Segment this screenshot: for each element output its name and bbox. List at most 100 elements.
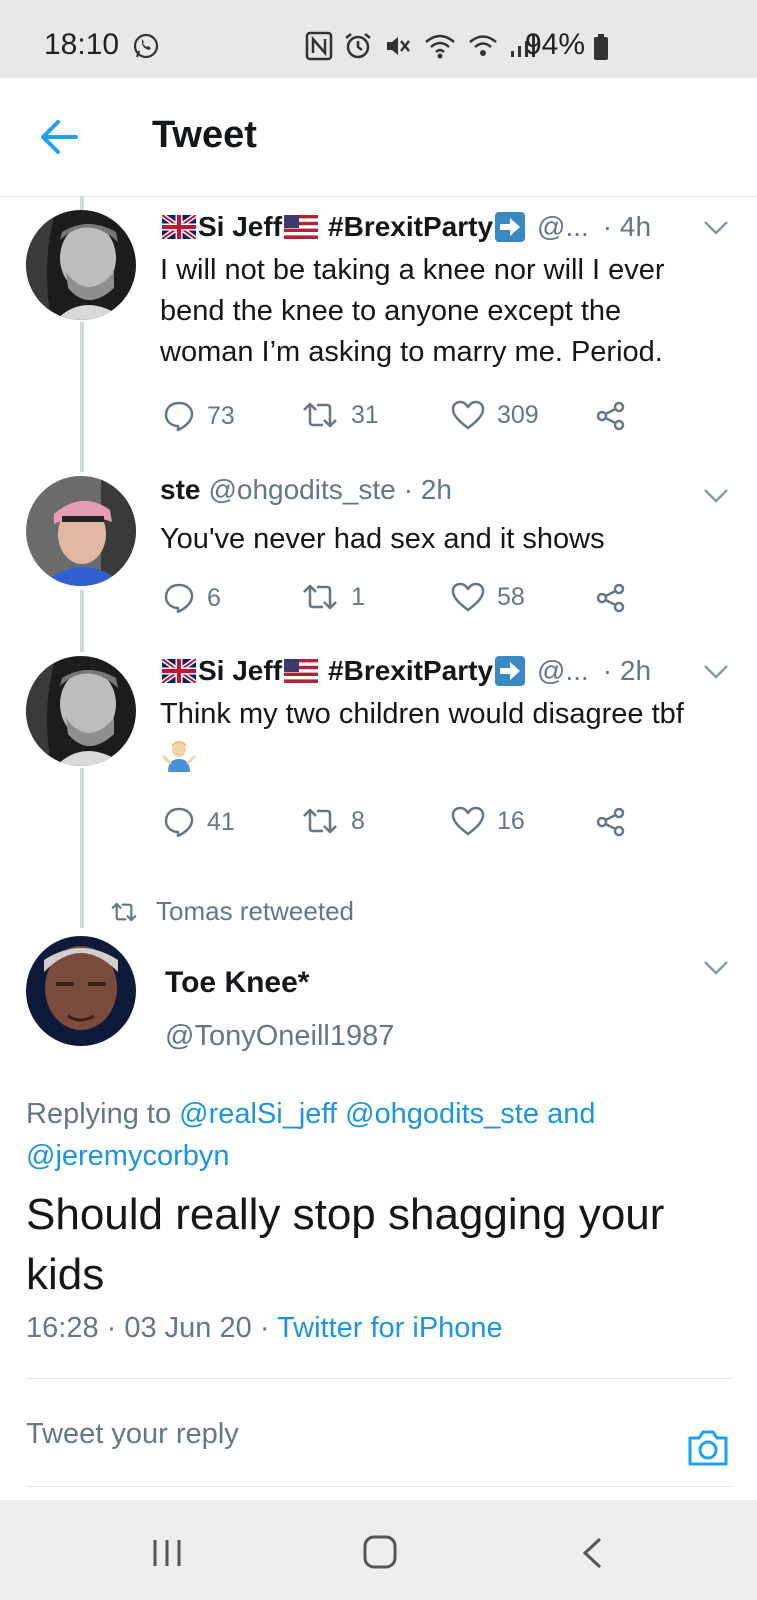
share-button[interactable]: [595, 400, 627, 432]
reply-button[interactable]: 41: [163, 806, 235, 838]
retweet-button[interactable]: 31: [301, 400, 379, 430]
heart-icon: [451, 582, 485, 612]
like-button[interactable]: 309: [451, 400, 539, 430]
tweet-time: 16:28: [26, 1312, 99, 1344]
battery-icon: [594, 34, 608, 60]
tweet-date: 03 Jun 20: [124, 1312, 252, 1344]
avatar[interactable]: [26, 936, 136, 1046]
system-nav-bar: [0, 1500, 757, 1600]
author-hashtag[interactable]: #BrexitParty: [328, 211, 493, 243]
heart-icon: [451, 806, 485, 836]
like-count: 309: [497, 400, 539, 429]
reply-button[interactable]: 73: [163, 400, 235, 432]
top-app-bar: Tweet: [0, 78, 757, 197]
avatar[interactable]: [26, 476, 136, 586]
tweet-text: Think my two children would disagree tbf: [160, 694, 700, 776]
author-handle: @...: [537, 211, 589, 242]
share-icon: [596, 807, 625, 837]
tweet-actions: 41 8 16: [163, 806, 643, 842]
chevron-down-icon[interactable]: [703, 488, 729, 504]
wifi-icon: [425, 34, 455, 59]
tweet-text-content: Think my two children would disagree tbf: [160, 698, 684, 730]
reply-button[interactable]: 6: [163, 582, 221, 614]
reply-icon: [164, 583, 194, 614]
share-button[interactable]: [595, 582, 627, 614]
right-arrow-emoji-icon: [495, 656, 526, 686]
whatsapp-icon: [133, 33, 159, 59]
author-name: Si Jeff: [198, 211, 283, 242]
reply-input[interactable]: Tweet your reply: [26, 1418, 239, 1451]
author-name: ste: [160, 474, 201, 505]
status-bar: 18:10 94%: [0, 0, 757, 78]
tweet-time: · 4h: [602, 211, 652, 242]
thread-line: [80, 768, 84, 928]
like-count: 58: [497, 582, 525, 611]
like-button[interactable]: 58: [451, 582, 525, 612]
status-time: 18:10: [44, 28, 120, 61]
retweet-count: 31: [351, 400, 379, 429]
divider: [26, 1378, 732, 1379]
tweet-header: ste @ohgodits_ste · 2h: [160, 474, 452, 506]
tweet-actions: 6 1 58: [163, 582, 643, 618]
tweet-text: I will not be taking a knee nor will I e…: [160, 254, 665, 368]
retweet-icon: [303, 808, 337, 834]
reply-icon: [164, 401, 194, 432]
reply-icon: [164, 807, 194, 838]
chevron-down-icon[interactable]: [703, 664, 729, 680]
author-handle: @ohgodits_ste: [208, 474, 396, 505]
replying-to: Replying to @realSi_jeff @ohgodits_ste a…: [26, 1093, 726, 1177]
heart-icon: [451, 400, 485, 430]
replying-and: and: [547, 1098, 596, 1130]
camera-icon[interactable]: [686, 1428, 730, 1468]
tweet-time: · 2h: [403, 474, 452, 505]
status-icons: [305, 30, 539, 62]
call-signal-icon: [469, 35, 497, 56]
retweeted-by[interactable]: Tomas retweeted: [110, 896, 354, 927]
retweeted-by-label: Tomas retweeted: [156, 896, 354, 926]
mention-link[interactable]: @ohgodits_ste: [345, 1098, 539, 1130]
thread-line: [80, 590, 84, 652]
mention-link[interactable]: @realSi_jeff: [179, 1098, 337, 1130]
back-arrow-icon[interactable]: [38, 116, 80, 158]
share-button[interactable]: [595, 806, 627, 838]
author-handle: @...: [537, 655, 589, 686]
tweet-meta: 16:28 · 03 Jun 20 · Twitter for iPhone: [26, 1312, 503, 1344]
share-icon: [596, 583, 625, 613]
tweet-header: Si Jeff #BrexitParty @... · 2h: [160, 655, 651, 687]
avatar[interactable]: [26, 656, 136, 766]
thread-line: [80, 322, 84, 472]
retweet-button[interactable]: 1: [301, 582, 365, 612]
tweet-header: Si Jeff #BrexitParty @... · 4h: [160, 211, 651, 243]
tweet-text: You've never had sex and it shows: [160, 523, 605, 555]
back-nav-icon[interactable]: [580, 1536, 604, 1570]
chevron-down-icon[interactable]: [703, 220, 729, 236]
uk-flag-icon: [162, 215, 196, 239]
nfc-icon: [305, 31, 333, 61]
main-tweet-text: Should really stop shagging your kids: [26, 1190, 665, 1299]
reply-count: 73: [207, 401, 235, 430]
thread-line: [80, 196, 84, 210]
reply-count: 41: [207, 807, 235, 836]
reply-count: 6: [207, 583, 221, 612]
retweet-icon: [111, 902, 137, 921]
person-shrugging-emoji-icon: [162, 741, 196, 773]
like-count: 16: [497, 806, 525, 835]
home-icon[interactable]: [362, 1534, 398, 1570]
us-flag-icon: [284, 215, 319, 239]
recent-apps-icon[interactable]: [150, 1538, 184, 1568]
retweet-button[interactable]: 8: [301, 806, 365, 836]
author-handle[interactable]: @TonyOneill1987: [165, 1020, 394, 1053]
retweet-count: 1: [351, 582, 365, 611]
tweet-source[interactable]: Twitter for iPhone: [277, 1312, 503, 1344]
chevron-down-icon[interactable]: [703, 960, 729, 976]
avatar[interactable]: [26, 210, 136, 320]
mute-icon: [387, 37, 410, 55]
page-title: Tweet: [152, 114, 257, 156]
author-hashtag[interactable]: #BrexitParty: [328, 655, 493, 687]
tweet-actions: 73 31 309: [163, 400, 643, 436]
retweet-count: 8: [351, 806, 365, 835]
mention-link[interactable]: @jeremycorbyn: [26, 1140, 230, 1172]
author-name[interactable]: Toe Knee*: [165, 966, 309, 1000]
like-button[interactable]: 16: [451, 806, 525, 836]
replying-prefix: Replying to: [26, 1098, 172, 1130]
